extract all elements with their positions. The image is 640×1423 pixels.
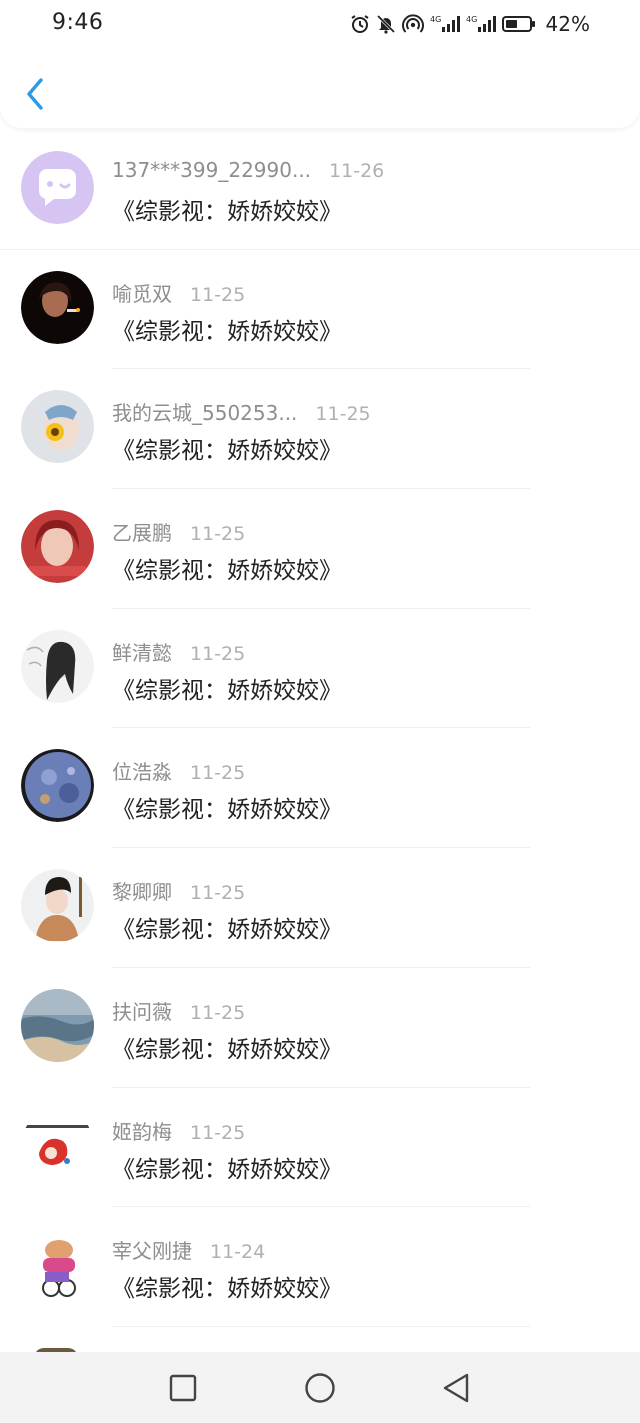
comment-list: 137***399_22990... 11-26 《综影视：娇娇姣姣》 喻觅双 …: [0, 130, 640, 1327]
status-bar: 9:46 4G 4G 42%: [0, 0, 640, 48]
signal-4g-icon: 4G: [430, 14, 460, 34]
avatar[interactable]: [21, 988, 94, 1062]
comment-meta: 位浩淼 11-25: [112, 756, 246, 785]
comment-text: 《综影视：娇娇姣姣》: [112, 199, 342, 225]
comment-date: 11-26: [329, 160, 385, 182]
comment-text: 《综影视：娇娇姣姣》: [112, 917, 342, 944]
top-header: 9:46 4G 4G 42%: [0, 0, 640, 128]
comment-date: 11-25: [190, 523, 246, 546]
user-photo-avatar: [21, 869, 94, 943]
comment-date: 11-25: [315, 403, 371, 426]
list-item[interactable]: 位浩淼 11-25 《综影视：娇娇姣姣》: [0, 728, 640, 849]
avatar[interactable]: [21, 390, 94, 464]
comment-meta: 137***399_22990... 11-26: [112, 158, 384, 184]
comment-meta: 鲜清懿 11-25: [112, 637, 246, 666]
list-item[interactable]: 我的云城_550253... 11-25 《综影视：娇娇姣姣》: [0, 369, 640, 490]
mute-icon: [376, 14, 396, 34]
hotspot-icon: [401, 14, 424, 34]
divider: [112, 1325, 530, 1327]
comment-meta: 黎卿卿 11-25: [112, 876, 246, 905]
avatar[interactable]: [21, 629, 94, 703]
system-nav-bar: [0, 1352, 640, 1423]
comment-meta: 扶问薇 11-25: [112, 996, 246, 1025]
list-item[interactable]: 喻觅双 11-25 《综影视：娇娇姣姣》: [0, 250, 640, 370]
comment-text: 《综影视：娇娇姣姣》: [112, 1036, 342, 1063]
user-photo-avatar: [21, 988, 94, 1062]
comment-date: 11-24: [210, 1241, 266, 1264]
comment-date: 11-25: [190, 882, 246, 905]
home-button[interactable]: [302, 1370, 338, 1406]
triangle-back-icon: [443, 1373, 469, 1403]
avatar[interactable]: [21, 869, 94, 943]
comment-text: 《综影视：娇娇姣姣》: [112, 1156, 342, 1183]
username[interactable]: 乙展鹏: [112, 517, 172, 546]
list-item[interactable]: 137***399_22990... 11-26 《综影视：娇娇姣姣》: [0, 130, 640, 250]
user-photo-avatar: [21, 270, 94, 344]
comment-text: 《综影视：娇娇姣姣》: [112, 797, 342, 824]
username[interactable]: 鲜清懿: [112, 637, 172, 666]
username[interactable]: 宰父刚捷: [112, 1235, 192, 1264]
back-button[interactable]: [20, 74, 50, 114]
comment-text: 《综影视：娇娇姣姣》: [112, 677, 342, 704]
comment-date: 11-25: [190, 762, 246, 785]
username[interactable]: 我的云城_550253...: [112, 397, 297, 426]
comment-meta: 我的云城_550253... 11-25: [112, 397, 371, 426]
avatar[interactable]: [21, 151, 94, 224]
comment-date: 11-25: [190, 1001, 246, 1024]
list-item[interactable]: 鲜清懿 11-25 《综影视：娇娇姣姣》: [0, 609, 640, 729]
username[interactable]: 137***399_22990...: [112, 158, 311, 182]
alarm-icon: [350, 14, 370, 34]
user-photo-avatar: [21, 510, 94, 584]
status-time: 9:46: [52, 10, 104, 35]
screen: 9:46 4G 4G 42% 137***399_22990... 11-26 …: [0, 0, 640, 1423]
battery-percent: 42%: [545, 12, 590, 36]
avatar[interactable]: [21, 510, 94, 584]
avatar[interactable]: [21, 1228, 94, 1302]
back-nav-button[interactable]: [438, 1370, 474, 1406]
user-photo-avatar: [21, 1228, 94, 1302]
user-photo-avatar: [21, 390, 94, 464]
comment-text: 《综影视：娇娇姣姣》: [112, 438, 342, 465]
user-photo-avatar: [21, 1108, 94, 1182]
username[interactable]: 姬韵梅: [112, 1116, 172, 1145]
avatar[interactable]: [21, 1108, 94, 1182]
chat-bubble-icon: [21, 151, 94, 224]
username[interactable]: 扶问薇: [112, 996, 172, 1025]
comment-text: 《综影视：娇娇姣姣》: [112, 1276, 342, 1303]
square-icon: [169, 1374, 197, 1402]
username[interactable]: 位浩淼: [112, 756, 172, 785]
svg-text:4G: 4G: [430, 15, 441, 24]
avatar[interactable]: [21, 749, 94, 823]
list-item[interactable]: 黎卿卿 11-25 《综影视：娇娇姣姣》: [0, 848, 640, 968]
chevron-left-icon: [27, 78, 43, 110]
circle-icon: [305, 1373, 335, 1403]
comment-text: 《综影视：娇娇姣姣》: [112, 558, 342, 585]
list-item[interactable]: 乙展鹏 11-25 《综影视：娇娇姣姣》: [0, 489, 640, 609]
list-item[interactable]: 姬韵梅 11-25 《综影视：娇娇姣姣》: [0, 1088, 640, 1208]
user-photo-avatar: [21, 749, 94, 823]
user-photo-avatar: [21, 629, 94, 703]
signal-4g-icon: 4G: [466, 14, 496, 34]
avatar[interactable]: [21, 270, 94, 344]
svg-text:4G: 4G: [466, 15, 477, 24]
comment-meta: 姬韵梅 11-25: [112, 1116, 246, 1145]
comment-date: 11-25: [190, 642, 246, 665]
comment-date: 11-25: [190, 283, 246, 306]
comment-meta: 宰父刚捷 11-24: [112, 1235, 266, 1264]
recent-apps-button[interactable]: [165, 1370, 201, 1406]
comment-meta: 乙展鹏 11-25: [112, 517, 246, 546]
list-item[interactable]: 扶问薇 11-25 《综影视：娇娇姣姣》: [0, 968, 640, 1088]
comment-text: 《综影视：娇娇姣姣》: [112, 318, 342, 345]
username[interactable]: 喻觅双: [112, 278, 172, 307]
username[interactable]: 黎卿卿: [112, 876, 172, 905]
list-item[interactable]: 宰父刚捷 11-24 《综影视：娇娇姣姣》: [0, 1207, 640, 1327]
comment-date: 11-25: [190, 1121, 246, 1144]
comment-meta: 喻觅双 11-25: [112, 278, 246, 307]
status-icons: 4G 4G 42%: [350, 12, 590, 36]
battery-icon: [501, 14, 536, 34]
